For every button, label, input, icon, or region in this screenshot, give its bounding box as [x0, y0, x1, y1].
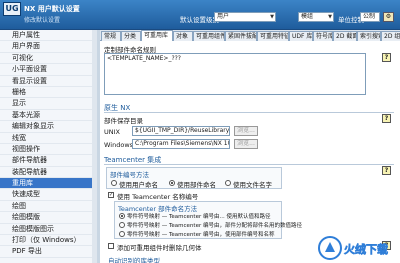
add-to-current-checkbox[interactable]: [108, 243, 114, 249]
unix-path-field[interactable]: ${UGII_TMP_DIR}/ReuseLibraryFamilyMember…: [132, 126, 230, 136]
radio-use-user-name[interactable]: [111, 180, 117, 186]
tab[interactable]: 对象: [173, 31, 193, 41]
sidebar-item[interactable]: 小平面设置: [0, 64, 95, 76]
tab[interactable]: 索引搜索: [357, 31, 381, 41]
chevron-down-icon: ▼: [270, 14, 274, 20]
tab[interactable]: 紧固件拔配: [225, 31, 257, 41]
settings-icon[interactable]: ⚙: [383, 12, 394, 22]
sidebar-item[interactable]: 绘图模版: [0, 212, 95, 224]
header-controls: 默认设置级别 用户 ▼ 模组 ▼ 单位控制 公制 ⚙: [100, 10, 400, 30]
sidebar-item[interactable]: PDF 导出: [0, 246, 95, 258]
sidebar-item[interactable]: 编辑对象显示: [0, 121, 95, 133]
sidebar-item[interactable]: 装配导航器: [0, 167, 95, 179]
sidebar-item[interactable]: 视图操作: [0, 144, 95, 156]
sidebar-scrollbar[interactable]: [92, 30, 97, 263]
radio-tc-option-1[interactable]: [119, 213, 125, 219]
tc-option-1-label: 零件符号映射 — Teamcenter 编号由... 使用默认值和路径: [127, 214, 271, 220]
use-tc-label: 使用 Teamcenter 名称编号: [117, 193, 199, 201]
sidebar-item[interactable]: 重用库: [0, 178, 95, 190]
tab[interactable]: 2D 截面库: [333, 31, 357, 41]
use-tc-checkbox[interactable]: ✓: [108, 192, 114, 198]
sidebar-item[interactable]: 部件导航器: [0, 155, 95, 167]
windows-path-field[interactable]: C:\Program Files\Siemens\NX 10.0\UGII\re…: [132, 139, 230, 149]
part-naming-group: 部件编号方法 使用用户命名 使用部件命名 使用文件名字: [106, 167, 282, 189]
category-list: 用户属性 用户界面 可视化 小平面设置 看显示设置 栅格 显示 基本光源 编辑对象显示 线宽 视图操…: [0, 30, 95, 258]
sidebar-item[interactable]: 栅格: [0, 87, 95, 99]
default-level-select[interactable]: 用户 ▼: [214, 12, 276, 22]
tab-strip: 常规分类可重用库对象可重用组件紧固件拔配可重用特征UDF 库符号库2D 截面库索…: [100, 30, 400, 41]
help-icon[interactable]: ?: [382, 114, 391, 123]
windows-label: Windows: [104, 141, 134, 149]
watermark-logo: 火绒下载: [318, 236, 388, 260]
sidebar-item[interactable]: 显示: [0, 98, 95, 110]
section-divider: [104, 164, 394, 165]
category-tree: 用户属性 用户界面 可视化 小平面设置 看显示设置 栅格 显示 基本光源 编辑对象显示 线宽 视图操…: [0, 30, 96, 263]
add-to-current-label: 添加可重用组件时删除几何体: [117, 244, 202, 252]
radio-use-file-name[interactable]: [225, 180, 231, 186]
option-use-file-name: 使用文件名字: [233, 181, 272, 189]
sidebar-item[interactable]: 可视化: [0, 53, 95, 65]
unix-browse-button[interactable]: 浏览...: [234, 126, 258, 136]
section-divider: [104, 112, 394, 113]
chevron-down-icon: ▼: [328, 14, 332, 20]
naming-rule-field[interactable]: <TEMPLATE_NAME>_???: [104, 53, 366, 95]
option-use-user-name: 使用用户命名: [119, 181, 158, 189]
app-logo: UG: [3, 2, 21, 16]
window-title: NX 用户默认设置: [24, 5, 80, 13]
sidebar-item[interactable]: 打印（仅 Windows）: [0, 235, 95, 247]
tab[interactable]: 2D 组件库: [381, 31, 400, 41]
tab[interactable]: 常规: [101, 31, 121, 41]
radio-tc-option-3[interactable]: [119, 231, 125, 237]
watermark-text: 火绒下载: [344, 242, 388, 256]
tab[interactable]: 分类: [121, 31, 141, 41]
sidebar-item[interactable]: 绘图模版图示: [0, 224, 95, 236]
settings-panel: 定制部件命名规则 <TEMPLATE_NAME>_??? ? 原生 NX 部件保…: [100, 41, 400, 263]
part-naming-title: 部件编号方法: [110, 171, 149, 179]
tab[interactable]: 符号库: [313, 31, 333, 41]
sidebar-item[interactable]: 用户属性: [0, 30, 95, 42]
radio-use-part-name[interactable]: [169, 180, 175, 186]
unix-label: UNIX: [104, 128, 120, 136]
tab[interactable]: 可重用特征: [257, 31, 289, 41]
tab[interactable]: 可重用库: [141, 30, 173, 41]
tc-option-2-label: 零件符号映射 — Teamcenter 编号由，部件分配将部件名用的数值路径: [127, 223, 302, 229]
unit-select[interactable]: 公制: [360, 12, 380, 22]
sidebar-item[interactable]: 快速成型: [0, 189, 95, 201]
sidebar-item[interactable]: 线宽: [0, 133, 95, 144]
tc-option-3-label: 零件符号映射 — Teamcenter 编号由，使用部件编号和名称: [127, 232, 275, 238]
tab[interactable]: UDF 库: [289, 31, 313, 41]
auto-library-label: 自动识别的库类型: [108, 257, 160, 263]
tc-part-method-group: Teamcenter 部件命名方法 零件符号映射 — Teamcenter 编号…: [114, 201, 302, 239]
tab[interactable]: 可重用组件: [193, 31, 225, 41]
option-use-part-name: 使用部件命名: [177, 181, 216, 189]
help-icon[interactable]: ?: [382, 166, 391, 175]
find-select[interactable]: 模组 ▼: [298, 12, 334, 22]
sidebar-item[interactable]: 基本光源: [0, 110, 95, 122]
save-dir-label: 部件保存目录: [104, 117, 143, 125]
radio-tc-option-2[interactable]: [119, 222, 125, 228]
sidebar-item[interactable]: 看显示设置: [0, 76, 95, 87]
window-subtitle: 修改默认设置: [24, 17, 61, 24]
help-icon[interactable]: ?: [382, 53, 391, 62]
windows-browse-button[interactable]: 浏览...: [234, 139, 258, 149]
sidebar-item[interactable]: 绘图: [0, 201, 95, 213]
sidebar-item[interactable]: 用户界面: [0, 41, 95, 53]
